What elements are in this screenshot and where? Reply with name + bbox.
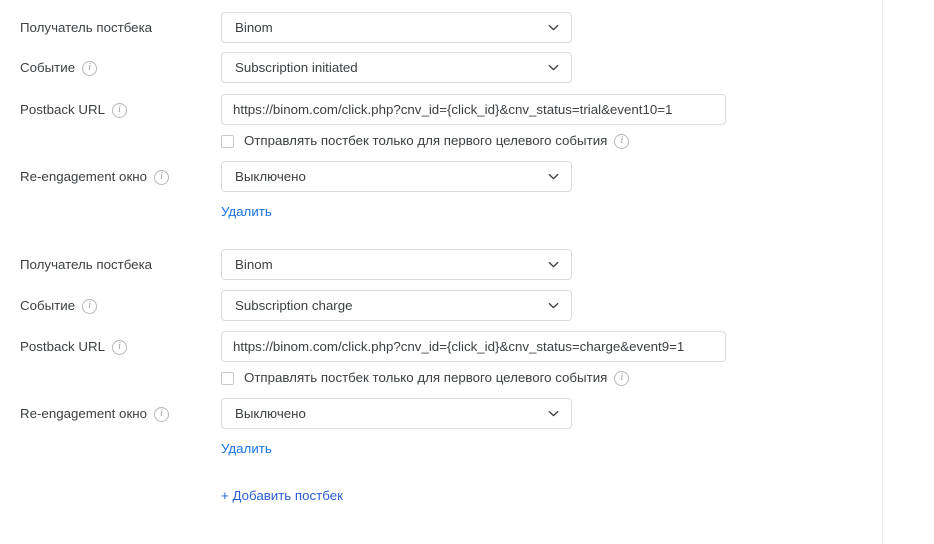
info-icon[interactable]: i [82, 60, 98, 76]
select-value: Subscription initiated [235, 59, 358, 75]
select-value: Binom [235, 19, 273, 35]
postback-event-field-2: Subscription charge [221, 290, 572, 321]
chevron-down-icon [548, 22, 559, 33]
postback-event-label-1: Событие i [20, 52, 98, 84]
label-text: Re-engagement окно [20, 406, 148, 421]
first-event-only-row-2: Отправлять постбек только для первого це… [221, 369, 630, 387]
reengagement-select-2[interactable]: Выключено [221, 398, 572, 429]
select-value: Выключено [235, 405, 306, 421]
chevron-down-icon [548, 300, 559, 311]
postback-block-2: Получатель постбека Binom Событие i Subs… [0, 237, 882, 474]
reengagement-select-1[interactable]: Выключено [221, 161, 572, 192]
postback-recipient-field-2: Binom [221, 249, 572, 280]
info-icon[interactable]: i [154, 169, 170, 185]
postback-recipient-select-2[interactable]: Binom [221, 249, 572, 280]
label-text: Postback URL [20, 339, 105, 354]
postback-url-field-1: https://binom.com/click.php?cnv_id={clic… [221, 94, 726, 125]
postback-event-row-2: Событие i Subscription charge [0, 290, 882, 322]
info-icon[interactable]: i [112, 102, 127, 118]
panel-divider [882, 0, 883, 544]
postback-url-label-2: Postback URL i [20, 331, 127, 363]
label-text: Re-engagement окно [20, 169, 148, 184]
info-icon[interactable]: i [614, 133, 630, 149]
chevron-down-icon [548, 62, 559, 73]
reengagement-row-1: Re-engagement окно i Выключено [0, 161, 882, 193]
info-icon[interactable]: i [112, 339, 127, 355]
form-content: Получатель постбека Binom Событие i Subs… [0, 0, 882, 544]
postback-event-label-2: Событие i [20, 290, 98, 322]
postback-url-row-1: Postback URL i https://binom.com/click.p… [0, 94, 882, 126]
reengagement-label-1: Re-engagement окно i [20, 161, 170, 193]
info-glyph: i [620, 371, 624, 383]
reengagement-label-2: Re-engagement окно i [20, 398, 170, 430]
postback-recipient-select-1[interactable]: Binom [221, 12, 572, 43]
first-event-only-label-2: Отправлять постбек только для первого це… [244, 370, 608, 385]
postback-recipient-label-1: Получатель постбека [20, 12, 152, 44]
label-text: Событие [20, 60, 76, 75]
info-icon[interactable]: i [154, 406, 170, 422]
chevron-down-icon [548, 171, 559, 182]
reengagement-field-1: Выключено [221, 161, 572, 192]
reengagement-field-2: Выключено [221, 398, 572, 429]
delete-postback-link-2[interactable]: Удалить [221, 441, 272, 457]
postback-url-row-2: Postback URL i https://binom.com/click.p… [0, 331, 882, 363]
first-event-only-checkbox-1[interactable] [221, 134, 234, 148]
input-value: https://binom.com/click.php?cnv_id={clic… [233, 338, 685, 354]
postback-recipient-field-1: Binom [221, 12, 572, 43]
postback-settings-page: Получатель постбека Binom Событие i Subs… [0, 0, 934, 544]
input-value: https://binom.com/click.php?cnv_id={clic… [233, 101, 673, 117]
postback-url-field-2: https://binom.com/click.php?cnv_id={clic… [221, 331, 726, 362]
postback-recipient-row-1: Получатель постбека Binom [0, 12, 882, 44]
info-glyph: i [88, 61, 91, 73]
info-glyph: i [160, 407, 163, 419]
delete-postback-link-1[interactable]: Удалить [221, 204, 272, 220]
postback-url-label-1: Postback URL i [20, 94, 127, 126]
postback-url-input-1[interactable]: https://binom.com/click.php?cnv_id={clic… [221, 94, 726, 125]
info-glyph: i [620, 134, 624, 146]
postback-recipient-row-2: Получатель постбека Binom [0, 249, 882, 281]
postback-event-row-1: Событие i Subscription initiated [0, 52, 882, 84]
first-event-only-row-1: Отправлять постбек только для первого це… [221, 132, 630, 150]
postback-event-select-1[interactable]: Subscription initiated [221, 52, 572, 83]
postback-url-input-2[interactable]: https://binom.com/click.php?cnv_id={clic… [221, 331, 726, 362]
postback-block-1: Получатель постбека Binom Событие i Subs… [0, 0, 882, 237]
select-value: Subscription charge [235, 297, 353, 313]
first-event-only-label-1: Отправлять постбек только для первого це… [244, 133, 608, 148]
info-glyph: i [118, 340, 121, 352]
chevron-down-icon [548, 408, 559, 419]
postback-event-select-2[interactable]: Subscription charge [221, 290, 572, 321]
info-icon[interactable]: i [614, 370, 630, 386]
info-glyph: i [88, 299, 91, 311]
postback-recipient-label-2: Получатель постбека [20, 249, 152, 281]
chevron-down-icon [548, 259, 559, 270]
label-text: Событие [20, 298, 76, 313]
label-text: Postback URL [20, 102, 105, 117]
label-text: Получатель постбека [20, 257, 153, 272]
add-postback-link[interactable]: + Добавить постбек [221, 488, 343, 504]
select-value: Выключено [235, 168, 306, 184]
info-glyph: i [118, 103, 121, 115]
info-icon[interactable]: i [82, 298, 98, 314]
reengagement-row-2: Re-engagement окно i Выключено [0, 398, 882, 430]
info-glyph: i [160, 170, 163, 182]
first-event-only-checkbox-2[interactable] [221, 371, 234, 385]
postback-event-field-1: Subscription initiated [221, 52, 572, 83]
label-text: Получатель постбека [20, 20, 153, 35]
select-value: Binom [235, 256, 273, 272]
